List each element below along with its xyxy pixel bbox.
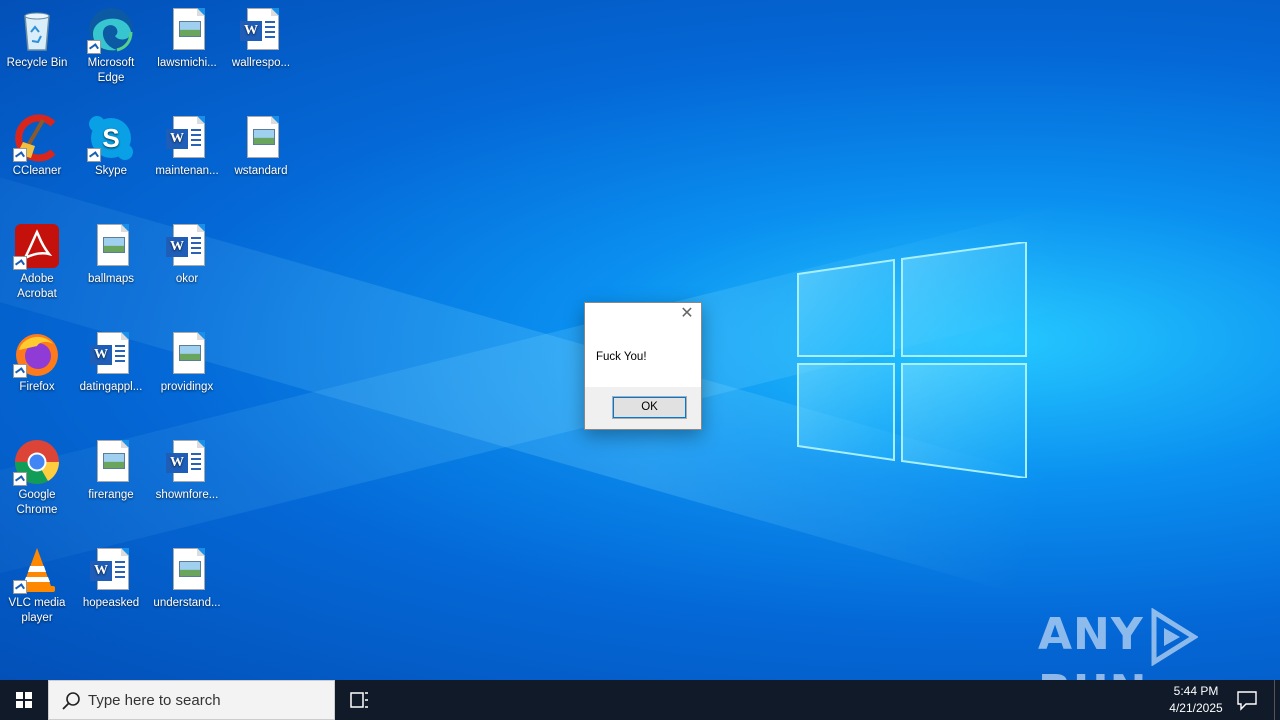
icon-label: Recycle Bin	[6, 57, 68, 69]
desktop-icon-lawsmichi[interactable]: lawsmichi...	[150, 0, 224, 71]
desktop-icon-shownfore[interactable]: W shownfore...	[150, 432, 224, 503]
shortcut-arrow-icon	[87, 40, 101, 54]
image-file-icon	[97, 224, 129, 266]
ok-button[interactable]: OK	[612, 396, 687, 419]
desktop-icon-vlc[interactable]: VLC media player	[0, 540, 74, 626]
icon-label: ballmaps	[87, 273, 135, 285]
icon-label: datingappl...	[79, 381, 143, 393]
desktop: Recycle Bin CCleaner Adobe Acrobat Firef…	[0, 0, 1280, 680]
action-center-button[interactable]	[1234, 689, 1260, 711]
message-box-dialog: ✕ Fuck You! OK	[584, 302, 702, 430]
taskbar-clock[interactable]: 5:44 PM 4/21/2025	[1160, 683, 1232, 717]
desktop-icon-firefox[interactable]: Firefox	[0, 324, 74, 395]
notification-icon	[1237, 691, 1257, 711]
dialog-message: Fuck You!	[596, 351, 647, 363]
desktop-icon-recycle-bin[interactable]: Recycle Bin	[0, 0, 74, 71]
desktop-icon-wallrespo[interactable]: W wallrespo...	[224, 0, 298, 71]
show-desktop-button[interactable]	[1274, 680, 1275, 720]
desktop-icon-maintenan[interactable]: W maintenan...	[150, 108, 224, 179]
desktop-icon-microsoft-edge[interactable]: Microsoft Edge	[74, 0, 148, 86]
taskbar-search-box[interactable]: Type here to search	[48, 680, 335, 720]
taskbar: Type here to search 5:44 PM 4/21/2025	[0, 680, 1280, 720]
word-document-icon: W	[90, 548, 129, 590]
close-icon[interactable]: ✕	[680, 306, 694, 322]
icon-label: shownfore...	[155, 489, 219, 501]
icon-label: lawsmichi...	[157, 57, 217, 69]
icon-label: okor	[175, 273, 199, 285]
task-view-button[interactable]	[344, 688, 374, 712]
desktop-icon-datingappl[interactable]: W datingappl...	[74, 324, 148, 395]
word-document-icon: W	[166, 224, 205, 266]
icon-label: Firefox	[19, 381, 55, 393]
recycle-bin-icon	[24, 12, 50, 51]
word-document-icon: W	[240, 8, 279, 50]
shortcut-arrow-icon	[13, 148, 27, 162]
search-icon	[62, 692, 80, 710]
shortcut-arrow-icon	[13, 472, 27, 486]
clock-time: 5:44 PM	[1173, 684, 1219, 698]
image-file-icon	[173, 548, 205, 590]
word-document-icon: W	[166, 440, 205, 482]
icon-label: Google Chrome	[16, 489, 58, 516]
windows-start-icon	[16, 692, 32, 708]
image-file-icon	[247, 116, 279, 158]
icon-label: VLC media player	[8, 597, 66, 624]
clock-date: 4/21/2025	[1169, 701, 1223, 715]
desktop-icon-google-chrome[interactable]: Google Chrome	[0, 432, 74, 518]
desktop-icon-firerange[interactable]: firerange	[74, 432, 148, 503]
desktop-icon-wstandard[interactable]: wstandard	[224, 108, 298, 179]
icon-label: CCleaner	[12, 165, 62, 177]
shortcut-arrow-icon	[13, 256, 27, 270]
icon-label: Microsoft Edge	[87, 57, 135, 84]
shortcut-arrow-icon	[87, 148, 101, 162]
icon-label: wstandard	[234, 165, 288, 177]
watermark-text-left: ANY	[1038, 609, 1144, 660]
task-view-icon	[350, 692, 368, 708]
shortcut-arrow-icon	[13, 580, 27, 594]
icon-label: Skype	[95, 165, 127, 177]
watermark-text-right: RUN	[1038, 666, 1147, 680]
icon-label: understand...	[153, 597, 221, 609]
desktop-icon-okor[interactable]: W okor	[150, 216, 224, 287]
icon-label: wallrespo...	[231, 57, 291, 69]
desktop-icon-ballmaps[interactable]: ballmaps	[74, 216, 148, 287]
icon-label: Adobe Acrobat	[17, 273, 57, 300]
svg-text:S: S	[102, 123, 119, 153]
image-file-icon	[97, 440, 129, 482]
play-triangle-icon	[1151, 608, 1198, 666]
anyrun-watermark: ANY RUN	[1038, 608, 1280, 680]
start-button[interactable]	[0, 680, 48, 720]
word-document-icon: W	[166, 116, 205, 158]
icon-label: providingx	[160, 381, 214, 393]
icon-label: hopeasked	[82, 597, 140, 609]
desktop-icon-providingx[interactable]: providingx	[150, 324, 224, 395]
desktop-icon-skype[interactable]: S Skype	[74, 108, 148, 179]
icon-label: firerange	[88, 489, 134, 501]
desktop-icon-hopeasked[interactable]: W hopeasked	[74, 540, 148, 611]
dialog-footer: OK	[585, 387, 701, 429]
windows-logo-wallpaper	[797, 242, 1027, 478]
image-file-icon	[173, 8, 205, 50]
desktop-icon-ccleaner[interactable]: CCleaner	[0, 108, 74, 179]
desktop-icon-understand[interactable]: understand...	[150, 540, 224, 611]
shortcut-arrow-icon	[13, 364, 27, 378]
icon-label: maintenan...	[155, 165, 219, 177]
search-placeholder: Type here to search	[88, 692, 221, 709]
word-document-icon: W	[90, 332, 129, 374]
image-file-icon	[173, 332, 205, 374]
desktop-icon-adobe-acrobat[interactable]: Adobe Acrobat	[0, 216, 74, 302]
